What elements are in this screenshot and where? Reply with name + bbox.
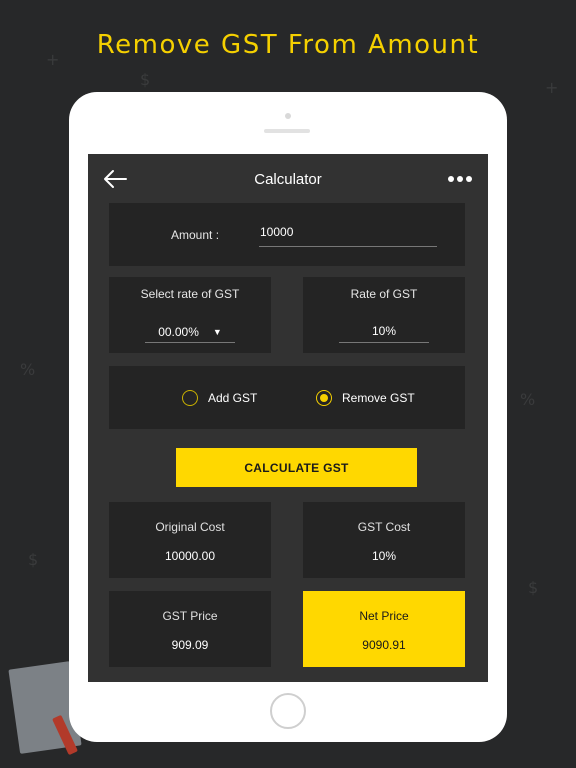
gst-cost-card: GST Cost 10% xyxy=(303,502,465,578)
net-price-card: Net Price 9090.91 xyxy=(303,591,465,667)
dollar-decoration: $ xyxy=(528,578,539,597)
percent-decoration: % xyxy=(20,360,36,379)
gst-cost-label: GST Cost xyxy=(357,520,411,534)
gst-mode-card: Add GST Remove GST xyxy=(109,366,465,429)
original-cost-card: Original Cost 10000.00 xyxy=(109,502,271,578)
rate-value-caption: Rate of GST xyxy=(350,287,418,301)
plus-decoration: + xyxy=(545,78,559,97)
original-cost-value: 10000.00 xyxy=(164,549,216,563)
gst-cost-value: 10% xyxy=(371,549,397,563)
radio-selected-icon xyxy=(316,390,332,406)
original-cost-label: Original Cost xyxy=(155,520,225,534)
amount-label: Amount : xyxy=(171,228,220,242)
calculate-gst-button[interactable]: CALCULATE GST xyxy=(176,448,417,487)
add-gst-radio[interactable]: Add GST xyxy=(182,390,257,406)
rate-value-card: Rate of GST 10% xyxy=(303,277,465,353)
home-button[interactable] xyxy=(270,693,306,729)
remove-gst-radio[interactable]: Remove GST xyxy=(316,390,415,406)
promo-headline: Remove GST From Amount xyxy=(96,30,480,60)
dollar-decoration: $ xyxy=(140,70,151,89)
rate-select-card: Select rate of GST 00.00% ▼ xyxy=(109,277,271,353)
net-price-value: 9090.91 xyxy=(362,638,406,652)
caret-down-icon: ▼ xyxy=(212,326,222,337)
rate-select-caption: Select rate of GST xyxy=(140,287,240,301)
net-price-label: Net Price xyxy=(359,609,409,623)
page-title: Calculator xyxy=(254,171,322,188)
rate-input[interactable]: 10% xyxy=(339,321,429,343)
amount-card: Amount : 10000 xyxy=(109,203,465,266)
rate-dropdown[interactable]: 00.00% ▼ xyxy=(145,321,235,343)
gst-price-value: 909.09 xyxy=(171,638,209,652)
radio-unselected-icon xyxy=(182,390,198,406)
remove-gst-label: Remove GST xyxy=(342,391,415,405)
percent-decoration: % xyxy=(520,390,536,409)
app-screen: Calculator Amount : 10000 Select rate of… xyxy=(88,154,488,682)
rate-dropdown-value: 00.00% xyxy=(158,324,199,339)
amount-input[interactable]: 10000 xyxy=(259,225,437,247)
navigation-bar: Calculator xyxy=(88,154,488,204)
camera-icon xyxy=(285,113,291,119)
dollar-decoration: $ xyxy=(28,550,39,569)
gst-price-card: GST Price 909.09 xyxy=(109,591,271,667)
add-gst-label: Add GST xyxy=(208,391,258,405)
speaker-grille xyxy=(264,129,310,133)
more-horizontal-icon[interactable] xyxy=(448,176,472,184)
gst-price-label: GST Price xyxy=(162,609,218,623)
